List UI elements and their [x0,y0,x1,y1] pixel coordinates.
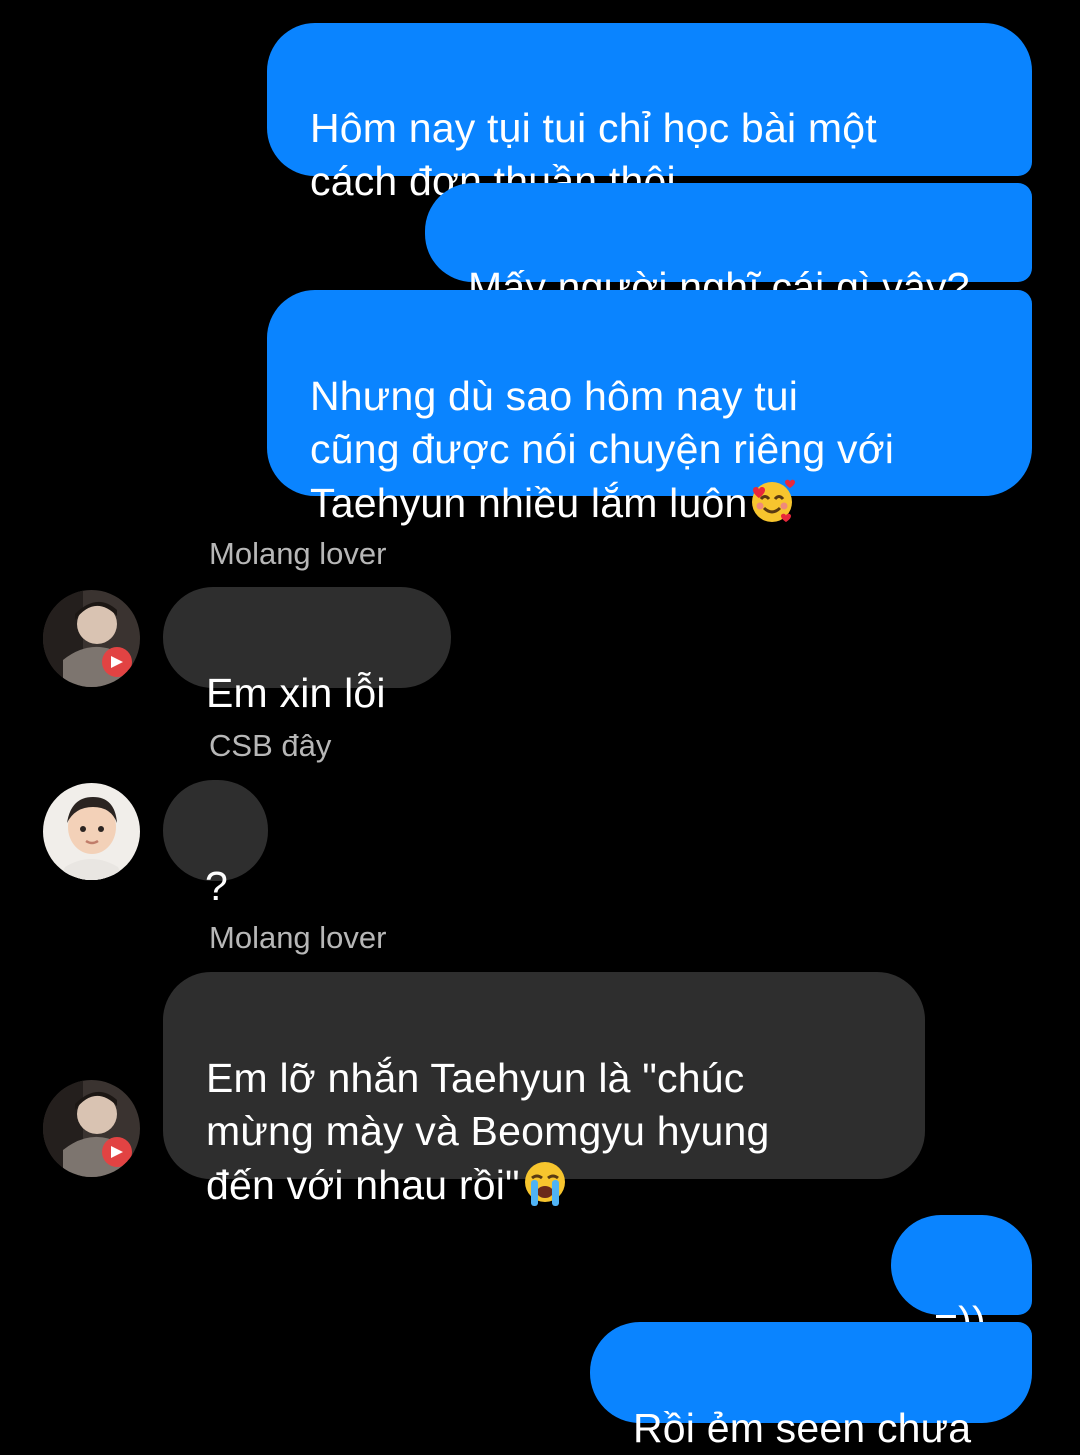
molang-lover-avatar[interactable] [43,590,140,687]
incoming-message[interactable]: Em lỡ nhắn Taehyun là "chúc mừng mày và … [163,972,925,1208]
message-text: Nhưng dù sao hôm nay tui cũng được nói c… [310,373,895,526]
molang-lover-avatar[interactable] [43,1080,140,1177]
sender-name: CSB đây [209,728,332,763]
outgoing-message[interactable]: Mấy người nghĩ cái gì vậy? [425,183,1032,310]
outgoing-message[interactable]: Nhưng dù sao hôm nay tui cũng được nói c… [267,290,1032,526]
message-text: Rồi ẻm seen chưa [633,1405,972,1451]
message-text: Em xin lỗi [206,670,386,716]
sender-name: Molang lover [209,536,387,571]
outgoing-message[interactable]: Rồi ẻm seen chưa [590,1322,1032,1451]
incoming-message[interactable]: ? [163,780,268,909]
message-text: Em lỡ nhắn Taehyun là "chúc mừng mày và … [206,1055,770,1208]
outgoing-message[interactable]: Hôm nay tụi tui chỉ học bài một cách đơn… [267,23,1032,204]
incoming-message[interactable]: Em xin lỗi [163,587,451,716]
smiling-face-with-hearts-icon [747,476,797,526]
sender-name: Molang lover [209,920,387,955]
loudly-crying-face-icon [520,1158,570,1208]
csb-avatar[interactable] [43,783,140,880]
message-text: ? [205,863,229,909]
outgoing-message[interactable]: =)) [891,1215,1032,1344]
message-thread: Hôm nay tụi tui chỉ học bài một cách đơn… [0,0,1080,1451]
